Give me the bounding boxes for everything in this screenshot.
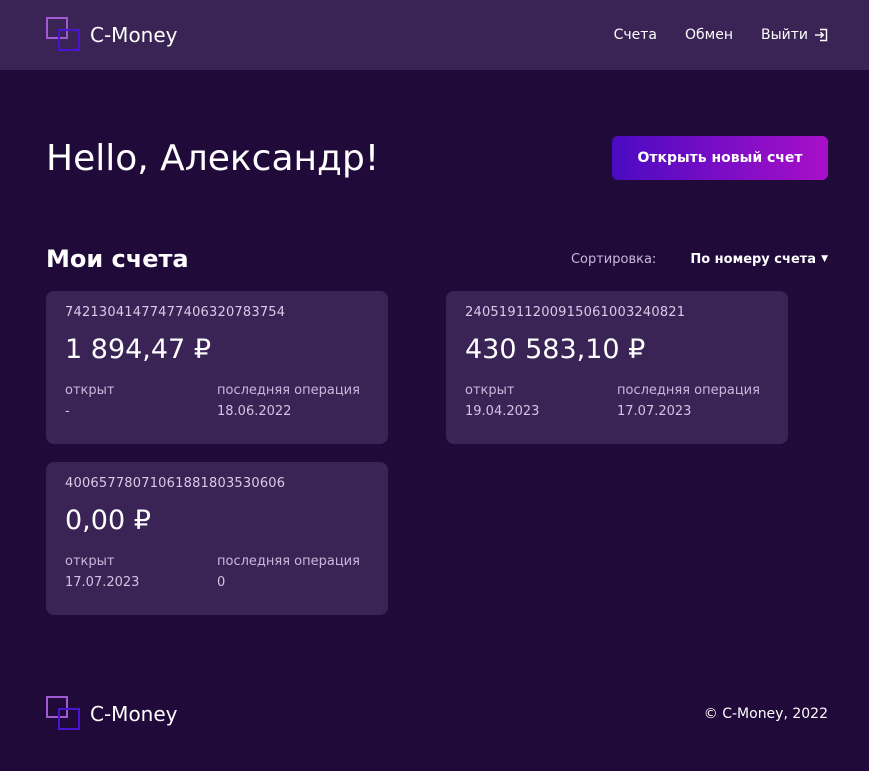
account-card[interactable]: 40065778071061881803530606 0,00 ₽ открыт…: [46, 462, 388, 615]
hero-section: Hello, Александр! Открыть новый счет: [46, 136, 828, 180]
opened-label: открыт: [465, 383, 515, 398]
brand-name: C-Money: [90, 23, 178, 47]
account-card[interactable]: 24051911200915061003240821 430 583,10 ₽ …: [446, 291, 788, 444]
page-footer: C-Money © C-Money, 2022: [46, 696, 828, 732]
nav-exchange[interactable]: Обмен: [685, 27, 733, 43]
account-number: 74213041477477406320783754: [65, 305, 286, 320]
opened-value: -: [65, 404, 70, 419]
accounts-header: Мои счета Сортировка: По номеру счета ▼: [46, 244, 828, 274]
open-new-account-button[interactable]: Открыть новый счет: [612, 136, 828, 180]
account-meta: открыт - последняя операция 18.06.2022: [65, 383, 369, 419]
logout-icon: [815, 28, 828, 42]
account-meta: открыт 19.04.2023 последняя операция 17.…: [465, 383, 769, 419]
last-operation-label: последняя операция: [217, 383, 360, 398]
account-number: 40065778071061881803530606: [65, 476, 286, 491]
account-meta: открыт 17.07.2023 последняя операция 0: [65, 554, 369, 590]
caret-down-icon: ▼: [821, 254, 828, 264]
last-operation-label: последняя операция: [617, 383, 760, 398]
logo-icon: [46, 17, 82, 53]
opened-value: 17.07.2023: [65, 575, 140, 590]
opened-label: открыт: [65, 554, 115, 569]
logo-icon: [46, 696, 82, 732]
nav-accounts[interactable]: Счета: [614, 27, 657, 43]
sort-value: По номеру счета: [690, 251, 817, 267]
main-nav: Счета Обмен Выйти: [614, 27, 828, 43]
nav-logout-label: Выйти: [760, 27, 808, 43]
last-operation-value: 18.06.2022: [217, 404, 292, 419]
copyright-text: © C-Money, 2022: [703, 706, 828, 722]
nav-logout[interactable]: Выйти: [761, 27, 828, 43]
sort-control: Сортировка: По номеру счета ▼: [571, 252, 828, 267]
account-balance: 0,00 ₽: [65, 505, 151, 536]
account-balance: 430 583,10 ₽: [465, 334, 646, 365]
header-logo[interactable]: C-Money: [46, 17, 178, 53]
last-operation-value: 0: [217, 575, 226, 590]
opened-value: 19.04.2023: [465, 404, 540, 419]
page-title: Hello, Александр!: [46, 137, 380, 179]
opened-label: открыт: [65, 383, 115, 398]
sort-label: Сортировка:: [570, 251, 657, 267]
sort-dropdown[interactable]: По номеру счета ▼: [690, 252, 828, 267]
accounts-title: Мои счета: [46, 245, 189, 273]
top-header: C-Money Счета Обмен Выйти: [0, 0, 869, 70]
last-operation-value: 17.07.2023: [617, 404, 692, 419]
last-operation-label: последняя операция: [217, 554, 360, 569]
account-balance: 1 894,47 ₽: [65, 334, 211, 365]
account-card[interactable]: 74213041477477406320783754 1 894,47 ₽ от…: [46, 291, 388, 444]
footer-logo[interactable]: C-Money: [46, 696, 178, 732]
account-number: 24051911200915061003240821: [465, 305, 686, 320]
brand-name: C-Money: [90, 702, 178, 726]
